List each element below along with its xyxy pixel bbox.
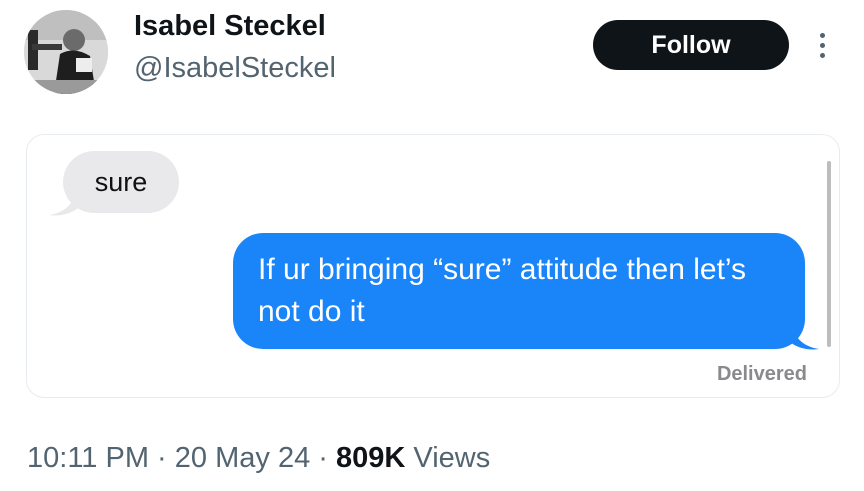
scrollbar [827,161,831,347]
tweet-time[interactable]: 10:11 PM [27,442,149,474]
more-options-button[interactable] [808,26,836,64]
avatar-photo [24,10,108,94]
meta-separator: · [318,442,328,474]
more-vertical-icon [819,32,825,38]
received-message-bubble: sure [63,151,179,213]
follow-button[interactable]: Follow [593,20,789,70]
delivery-status: Delivered [716,363,807,385]
meta-separator: · [157,442,167,474]
more-vertical-icon-dot [819,42,825,48]
tweet-meta: 10:11 PM · 20 May 24 · 809K Views [27,442,490,475]
tweet-date[interactable]: 20 May 24 [175,442,310,474]
avatar[interactable] [24,10,108,94]
views-label[interactable]: Views [413,442,490,474]
views-count[interactable]: 809K [336,442,405,474]
sent-message-bubble: If ur bringing “sure” attitude then let’… [233,233,805,349]
sent-message-text: If ur bringing “sure” attitude then let’… [258,253,747,328]
tweet-media-image[interactable]: sure If ur bringing “sure” attitude then… [26,134,840,398]
more-vertical-icon-dot [819,52,825,58]
author-handle[interactable]: @IsabelSteckel [134,52,336,85]
received-message-text: sure [94,166,148,197]
author-display-name[interactable]: Isabel Steckel [134,10,326,43]
